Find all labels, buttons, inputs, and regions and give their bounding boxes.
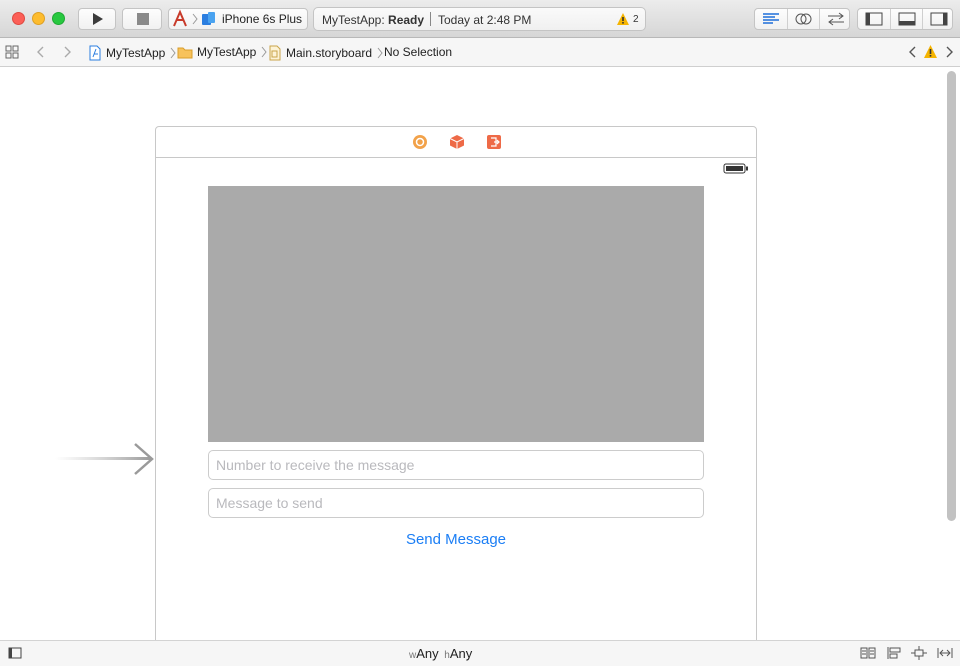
warning-count: 2	[633, 13, 639, 25]
size-class-selector[interactable]: wAny hAny	[409, 646, 472, 661]
forward-chevron-icon[interactable]	[60, 45, 74, 59]
standard-editor-button[interactable]	[755, 9, 787, 29]
breadcrumb-project[interactable]: MyTestApp	[88, 45, 177, 61]
breadcrumb-file[interactable]: Main.storyboard	[268, 45, 384, 61]
assistant-rings-icon	[795, 13, 812, 25]
toggle-navigator-button[interactable]	[858, 9, 890, 29]
breadcrumb-group[interactable]: MyTestApp	[177, 45, 268, 59]
activity-status: Ready	[388, 13, 425, 27]
breadcrumb-selection[interactable]: No Selection	[384, 45, 452, 59]
send-message-label: Send Message	[405, 531, 507, 548]
run-button[interactable]	[78, 8, 116, 30]
assistant-editor-button[interactable]	[787, 9, 819, 29]
issue-warning-icon[interactable]	[923, 44, 938, 59]
canvas-bottom-bar: wAny hAny	[0, 640, 960, 666]
simulator-device-icon	[202, 12, 215, 25]
project-file-icon	[89, 45, 101, 61]
breadcrumb-group-label: MyTestApp	[197, 45, 257, 59]
panel-toggles	[857, 8, 953, 30]
view-controller-scene[interactable]: Number to receive the message Message to…	[155, 126, 757, 640]
number-text-field[interactable]: Number to receive the message	[208, 450, 704, 480]
toggle-utilities-button[interactable]	[922, 9, 954, 29]
version-arrows-icon	[828, 12, 844, 26]
left-panel-icon	[865, 12, 883, 26]
toggle-debug-area-button[interactable]	[890, 9, 922, 29]
folder-icon	[177, 47, 193, 59]
app-scheme-icon	[173, 9, 187, 27]
window-toolbar: iPhone 6s Plus MyTestApp: Ready Today at…	[0, 0, 960, 38]
breadcrumb-file-label: Main.storyboard	[286, 46, 373, 60]
storyboard-file-icon	[269, 45, 281, 61]
first-responder-cube-icon[interactable]	[449, 134, 465, 150]
warning-icon	[617, 13, 629, 25]
scene-dock	[156, 127, 756, 158]
right-panel-icon	[930, 12, 948, 26]
related-items-grid-icon[interactable]	[5, 45, 19, 59]
stop-icon	[137, 13, 149, 25]
embed-in-stack-icon[interactable]	[860, 646, 876, 660]
bottom-panel-icon	[898, 12, 916, 26]
scheme-selector[interactable]: iPhone 6s Plus	[168, 8, 308, 30]
number-field-placeholder: Number to receive the message	[216, 457, 415, 473]
version-editor-button[interactable]	[819, 9, 851, 29]
vertical-scrollbar[interactable]	[947, 71, 956, 521]
message-field-placeholder: Message to send	[216, 495, 323, 511]
editor-mode-control	[754, 8, 850, 30]
breadcrumb-selection-label: No Selection	[384, 45, 453, 59]
jump-bar: MyTestApp MyTestApp Main.storyboard No S…	[0, 38, 960, 67]
breadcrumb-project-label: MyTestApp	[106, 46, 166, 60]
text-lines-icon	[763, 13, 779, 24]
view-controller-icon[interactable]	[412, 134, 428, 150]
activity-app-name: MyTestApp:	[322, 13, 385, 27]
height-class-value: Any	[449, 646, 473, 661]
minimize-window-button[interactable]	[32, 12, 45, 25]
storyboard-canvas[interactable]: Number to receive the message Message to…	[0, 67, 960, 640]
activity-viewer: MyTestApp: Ready Today at 2:48 PM 2	[313, 7, 646, 31]
entry-point-arrow-icon[interactable]	[55, 442, 155, 476]
warnings-indicator[interactable]: 2	[616, 12, 639, 26]
align-icon[interactable]	[886, 646, 902, 660]
activity-time: Today at 2:48 PM	[438, 13, 532, 27]
message-text-field[interactable]: Message to send	[208, 488, 704, 518]
exit-icon[interactable]	[486, 134, 502, 150]
zoom-window-button[interactable]	[52, 12, 65, 25]
stop-button[interactable]	[122, 8, 162, 30]
chevron-right-icon	[192, 13, 198, 25]
send-message-button[interactable]: Send Message	[156, 531, 756, 548]
width-class-value: Any	[416, 646, 439, 661]
pin-icon[interactable]	[911, 646, 927, 660]
back-chevron-icon[interactable]	[34, 45, 48, 59]
close-window-button[interactable]	[12, 12, 25, 25]
battery-icon	[723, 163, 748, 174]
next-issue-chevron-icon[interactable]	[942, 45, 956, 59]
previous-issue-chevron-icon[interactable]	[906, 45, 920, 59]
scheme-device-label: iPhone 6s Plus	[222, 12, 303, 26]
play-icon	[93, 13, 103, 25]
resolve-auto-layout-icon[interactable]	[936, 646, 954, 660]
breadcrumb-separator-icon	[377, 47, 383, 59]
activity-divider	[430, 12, 431, 26]
document-outline-toggle-icon[interactable]	[8, 647, 22, 659]
image-view[interactable]	[208, 186, 704, 442]
